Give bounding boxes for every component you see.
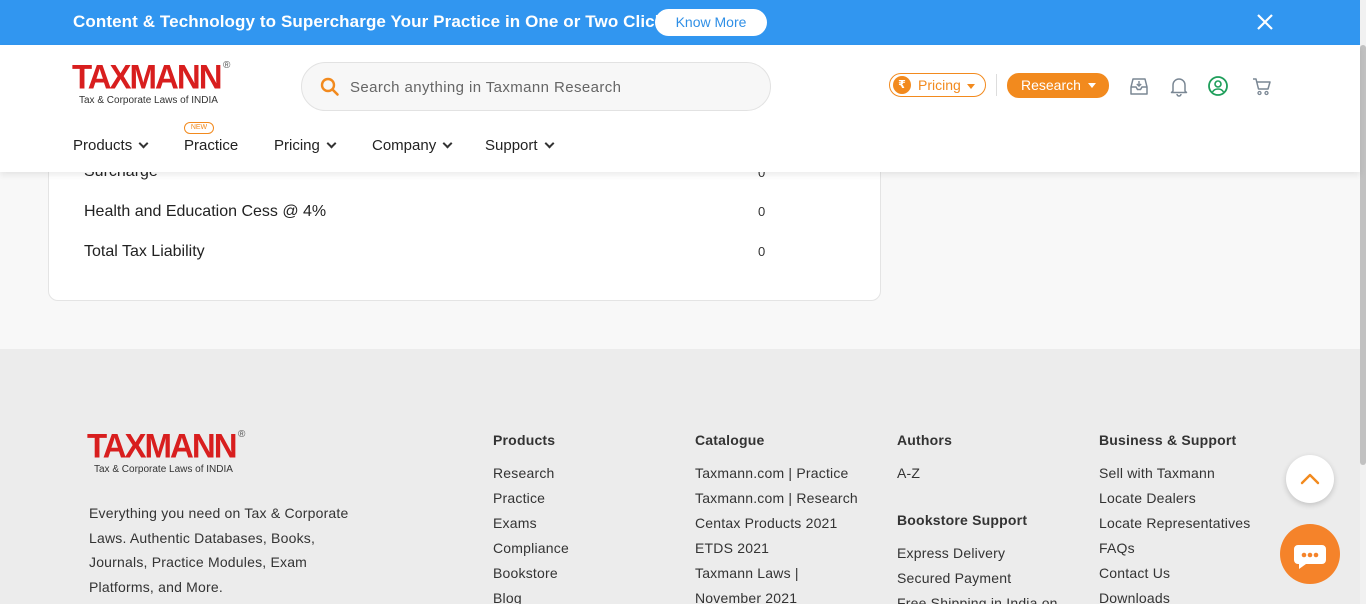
caret-down-icon (967, 84, 975, 89)
registered-mark: ® (223, 60, 231, 71)
nav-company[interactable]: Company (372, 137, 453, 154)
pricing-dropdown[interactable]: ₹ Pricing (889, 73, 986, 97)
user-icon[interactable] (1207, 75, 1229, 97)
footer-link[interactable]: Practice (493, 490, 569, 515)
chevron-down-icon (138, 138, 149, 149)
footer-link[interactable]: Sell with Taxmann (1099, 465, 1251, 490)
nav-practice-label: Practice (184, 137, 239, 154)
rupee-icon: ₹ (893, 76, 911, 94)
promo-banner: Content & Technology to Supercharge Your… (0, 0, 1366, 45)
scrollbar-thumb[interactable] (1360, 45, 1366, 465)
footer-heading: Bookstore Support (897, 512, 1028, 528)
footer-link[interactable]: Contact Us (1099, 565, 1251, 590)
footer-link[interactable]: Locate Dealers (1099, 490, 1251, 515)
bell-icon[interactable] (1168, 75, 1190, 97)
footer-link[interactable]: November 2021 (695, 590, 858, 604)
footer-link[interactable]: Research (493, 465, 569, 490)
footer-link[interactable]: Locate Representatives (1099, 515, 1251, 540)
chevron-up-icon (1300, 473, 1320, 485)
tax-row-value: 0 (758, 244, 766, 259)
search-icon (320, 77, 339, 96)
footer-link[interactable]: Free Shipping in India on (897, 595, 1058, 604)
footer-logo[interactable]: TAXMANN ® Tax & Corporate Laws of INDIA (87, 426, 252, 481)
footer-link[interactable]: A-Z (897, 465, 1058, 490)
footer-heading: Catalogue (695, 432, 765, 448)
site-header: TAXMANN ® Tax & Corporate Laws of INDIA … (0, 45, 1360, 172)
logo-wordmark: TAXMANN (72, 57, 223, 96)
footer-link[interactable]: Centax Products 2021 (695, 515, 858, 540)
nav-company-label: Company (372, 137, 437, 154)
footer-products-column: Products Research Practice Exams Complia… (493, 432, 569, 604)
footer-link[interactable]: Taxmann Laws | (695, 565, 858, 590)
chat-button[interactable] (1280, 524, 1340, 584)
footer-link[interactable]: Exams (493, 515, 569, 540)
footer-link[interactable]: Taxmann.com | Practice (695, 465, 858, 490)
nav-practice[interactable]: Practice (184, 137, 238, 154)
footer-link[interactable]: ETDS 2021 (695, 540, 858, 565)
research-label: Research (1021, 77, 1081, 93)
tax-row-label: Total Tax Liability (84, 243, 205, 260)
nav-products[interactable]: Products (73, 137, 149, 154)
footer-link[interactable]: Blog (493, 590, 569, 604)
logo-wordmark: TAXMANN (87, 426, 238, 465)
tax-row-value: 0 (758, 204, 766, 219)
nav-pricing-label: Pricing (274, 137, 320, 154)
footer-heading: Business & Support (1099, 432, 1237, 448)
divider (996, 74, 997, 96)
cart-icon[interactable] (1251, 75, 1273, 97)
footer-heading: Authors (897, 432, 953, 448)
pricing-label: Pricing (918, 77, 961, 93)
footer-link[interactable]: Compliance (493, 540, 569, 565)
close-icon[interactable] (1256, 13, 1274, 31)
footer-description: Everything you need on Tax & Corporate L… (89, 505, 349, 596)
new-badge: NEW (184, 122, 214, 134)
page-scrollbar[interactable] (1360, 0, 1366, 604)
scroll-to-top-button[interactable] (1286, 455, 1334, 503)
search-bar[interactable] (301, 62, 771, 111)
chevron-down-icon (544, 138, 554, 149)
banner-text: Content & Technology to Supercharge Your… (73, 12, 679, 31)
caret-down-icon (1088, 83, 1096, 88)
footer-link[interactable]: Express Delivery (897, 545, 1058, 570)
inbox-icon[interactable] (1128, 75, 1150, 97)
nav-products-label: Products (73, 137, 133, 154)
chat-bubble-icon (1294, 545, 1326, 569)
nav-support-label: Support (485, 137, 538, 154)
footer-link[interactable]: FAQs (1099, 540, 1251, 565)
footer-authors-column: Authors A-Z Bookstore Support Express De… (897, 432, 1058, 604)
footer-link[interactable]: Bookstore (493, 565, 569, 590)
site-footer: TAXMANN ® Tax & Corporate Laws of INDIA … (0, 349, 1360, 604)
nav-support[interactable]: Support (485, 137, 554, 154)
search-input[interactable] (350, 76, 750, 98)
logo-tagline: Tax & Corporate Laws of INDIA (94, 464, 233, 475)
footer-link[interactable]: Taxmann.com | Research (695, 490, 858, 515)
know-more-button[interactable]: Know More (655, 9, 767, 36)
footer-link[interactable]: Secured Payment (897, 570, 1058, 595)
chevron-down-icon (326, 138, 337, 149)
chevron-down-icon (442, 138, 453, 149)
registered-mark: ® (238, 429, 246, 440)
footer-heading: Products (493, 432, 556, 448)
footer-link[interactable]: Downloads (1099, 590, 1251, 604)
nav-pricing[interactable]: Pricing (274, 137, 337, 154)
tax-row-label: Health and Education Cess @ 4% (84, 203, 327, 220)
taxmann-logo[interactable]: TAXMANN ® Tax & Corporate Laws of INDIA (72, 57, 237, 112)
logo-tagline: Tax & Corporate Laws of INDIA (79, 95, 218, 106)
research-dropdown[interactable]: Research (1007, 73, 1109, 98)
footer-business-column: Business & Support Sell with Taxmann Loc… (1099, 432, 1251, 604)
footer-catalogue-column: Catalogue Taxmann.com | Practice Taxmann… (695, 432, 858, 604)
